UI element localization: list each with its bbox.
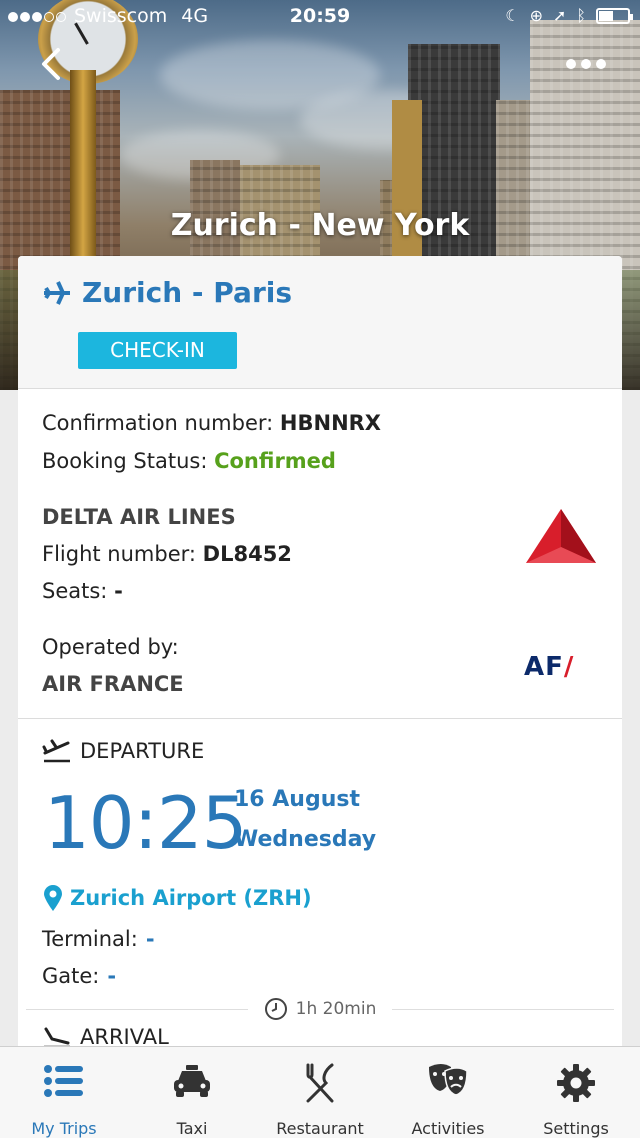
list-icon (44, 1065, 83, 1097)
tab-activities[interactable]: Activities (384, 1047, 512, 1138)
terminal-label: Terminal: (42, 927, 138, 951)
delta-logo-icon (526, 509, 596, 563)
status-bar: Swisscom 4G 20:59 ☾ ⊕ ➚ ᛒ (0, 0, 640, 34)
flight-card: Zurich - Paris CHECK-IN Confirmation num… (18, 256, 622, 1056)
departure-section: DEPARTURE 10:25 16 August Wednesday Zuri… (18, 719, 622, 1056)
departure-date: 16 August (234, 787, 360, 812)
tab-settings[interactable]: Settings (512, 1047, 640, 1138)
departure-weekday: Wednesday (234, 827, 377, 852)
map-pin-icon (44, 885, 62, 911)
gate-label: Gate: (42, 964, 100, 988)
flight-duration: 1h 20min (18, 997, 622, 1021)
air-france-logo-text: AF (524, 652, 564, 682)
operated-by-label: Operated by: (42, 635, 179, 659)
duration-value: 1h 20min (295, 999, 377, 1019)
departure-airport-name: Zurich Airport (ZRH) (70, 886, 312, 910)
operator-name: AIR FRANCE (42, 672, 184, 696)
confirmation-label: Confirmation number: (42, 411, 274, 435)
departure-time: 10:25 (44, 781, 247, 865)
tab-my-trips[interactable]: My Trips (0, 1047, 128, 1138)
booking-status-value: Confirmed (214, 449, 336, 473)
tab-bar: My Trips Taxi Restaurant Activities Sett… (0, 1046, 640, 1138)
flight-number-label: Flight number: (42, 542, 196, 566)
trip-title: Zurich - New York (170, 208, 470, 243)
seats-value: - (114, 579, 123, 603)
booking-status-label: Booking Status: (42, 449, 208, 473)
back-button[interactable] (34, 42, 74, 86)
battery-icon (596, 7, 633, 24)
tab-label: Taxi (176, 1119, 208, 1138)
tab-label: Settings (543, 1119, 609, 1138)
location-arrow-icon: ➚ (552, 6, 567, 25)
tab-label: My Trips (31, 1119, 97, 1138)
tab-label: Activities (411, 1119, 485, 1138)
tab-taxi[interactable]: Taxi (128, 1047, 256, 1138)
gate-value: - (107, 964, 117, 988)
air-france-logo-icon: AF/ (524, 652, 575, 682)
checkin-button[interactable]: CHECK-IN (78, 332, 237, 369)
route-label: Zurich - Paris (82, 276, 293, 309)
confirmation-value: HBNNRX (279, 411, 381, 435)
seats-label: Seats: (42, 579, 108, 603)
takeoff-icon (42, 739, 70, 763)
fork-knife-icon (306, 1063, 334, 1103)
gear-icon (557, 1064, 595, 1102)
terminal-value: - (145, 927, 155, 951)
flight-card-header: Zurich - Paris CHECK-IN (18, 256, 622, 389)
more-options-button[interactable] (566, 54, 616, 74)
theater-masks-icon (429, 1064, 468, 1096)
moon-icon: ☾ (505, 6, 520, 25)
airline-name: DELTA AIR LINES (42, 505, 236, 529)
tab-restaurant[interactable]: Restaurant (256, 1047, 384, 1138)
route-heading[interactable]: Zurich - Paris (42, 276, 292, 309)
bluetooth-icon: ᛒ (576, 6, 586, 25)
rotation-lock-icon: ⊕ (529, 6, 543, 25)
chevron-left-icon (42, 48, 60, 80)
airplane-icon (44, 280, 70, 305)
clock-icon (264, 998, 287, 1020)
departure-airport[interactable]: Zurich Airport (ZRH) (42, 884, 312, 912)
tab-label: Restaurant (276, 1119, 364, 1138)
flight-number-value: DL8452 (202, 542, 292, 566)
car-icon (174, 1065, 210, 1097)
booking-details: Confirmation number: HBNNRX Booking Stat… (18, 389, 622, 719)
departure-heading: DEPARTURE (80, 739, 205, 763)
